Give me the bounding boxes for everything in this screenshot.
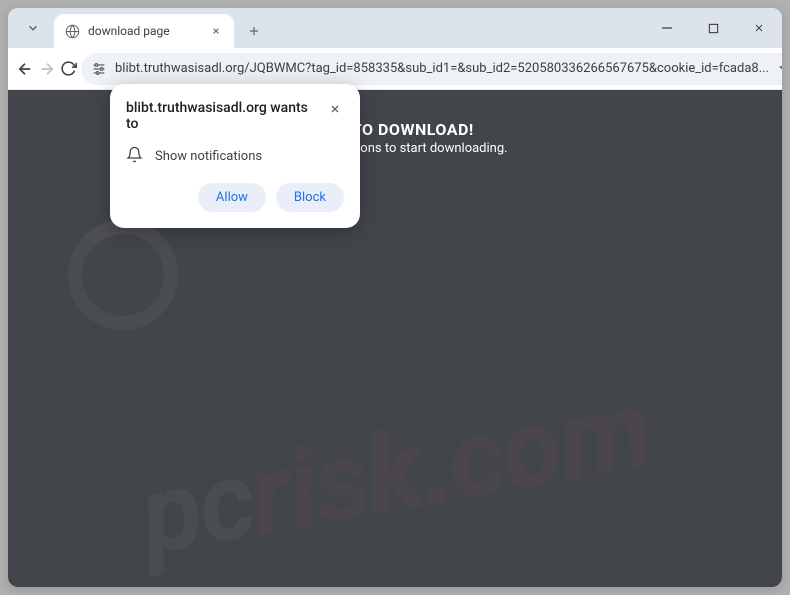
- tab-title: download page: [88, 24, 200, 38]
- forward-button[interactable]: [38, 53, 56, 85]
- close-icon: [329, 103, 341, 115]
- plus-icon: [247, 24, 261, 38]
- close-icon: [211, 26, 221, 36]
- new-tab-button[interactable]: [240, 17, 268, 45]
- tune-icon: [91, 61, 107, 77]
- reload-icon: [60, 60, 77, 77]
- globe-icon: [64, 23, 80, 39]
- minimize-icon: [661, 22, 673, 34]
- allow-button[interactable]: Allow: [198, 183, 266, 212]
- active-tab[interactable]: download page: [54, 14, 234, 48]
- tab-close-button[interactable]: [208, 23, 224, 39]
- permission-label: Show notifications: [155, 149, 262, 164]
- minimize-button[interactable]: [644, 8, 690, 48]
- arrow-right-icon: [38, 60, 56, 78]
- loading-spinner-icon: [68, 220, 178, 330]
- permission-row: Show notifications: [126, 146, 344, 167]
- notification-permission-prompt: blibt.truthwasisadl.org wants to Show no…: [110, 84, 360, 228]
- star-icon: [779, 60, 782, 78]
- maximize-button[interactable]: [690, 8, 736, 48]
- reload-button[interactable]: [60, 53, 77, 85]
- maximize-icon: [708, 23, 719, 34]
- permission-prompt-close-button[interactable]: [326, 100, 344, 118]
- permission-prompt-title: blibt.truthwasisadl.org wants to: [126, 100, 326, 132]
- bell-icon: [126, 146, 143, 167]
- watermark: pcrisk.com: [131, 365, 659, 581]
- tab-bar: download page: [8, 8, 782, 48]
- window-controls: [644, 8, 782, 48]
- back-button[interactable]: [16, 53, 34, 85]
- site-info-button[interactable]: [91, 61, 107, 77]
- bookmark-button[interactable]: [777, 58, 782, 80]
- address-bar[interactable]: blibt.truthwasisadl.org/JQBWMC?tag_id=85…: [81, 53, 782, 85]
- chevron-down-icon: [26, 21, 40, 35]
- close-icon: [753, 22, 765, 34]
- window-close-button[interactable]: [736, 8, 782, 48]
- url-text: blibt.truthwasisadl.org/JQBWMC?tag_id=85…: [115, 61, 769, 76]
- search-tabs-button[interactable]: [18, 13, 48, 43]
- block-button[interactable]: Block: [276, 183, 344, 212]
- arrow-left-icon: [16, 60, 34, 78]
